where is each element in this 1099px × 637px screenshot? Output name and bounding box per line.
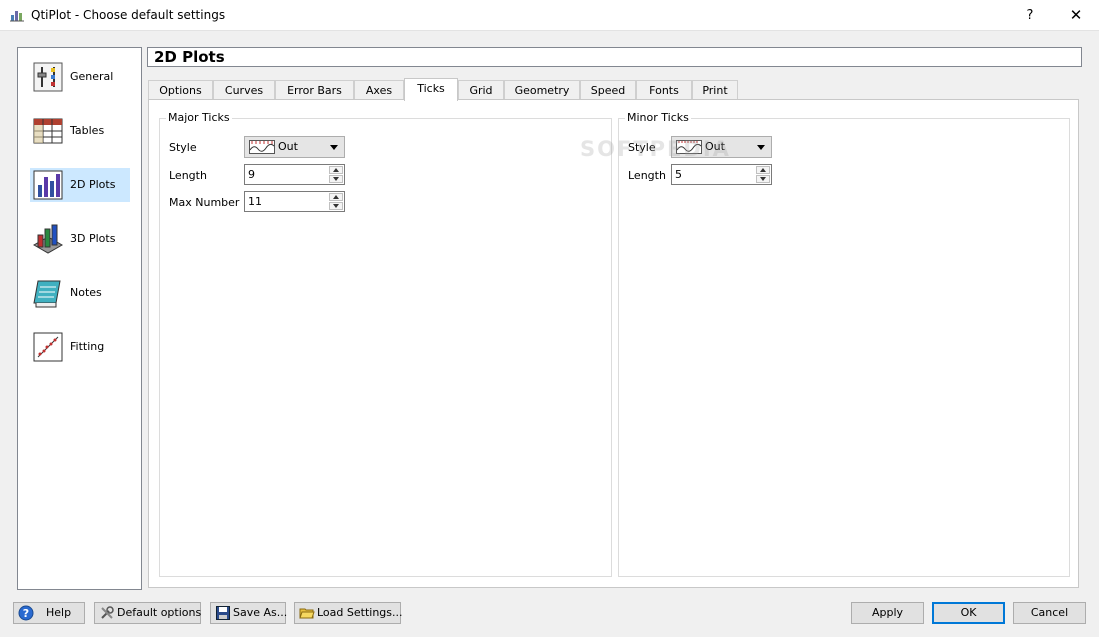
spin-up-button[interactable] — [329, 193, 343, 201]
svg-text:?: ? — [23, 607, 29, 620]
tab-ticks[interactable]: Ticks — [404, 78, 458, 101]
sidebar-item-tables[interactable]: Tables — [30, 114, 130, 148]
sidebar-item-3d-plots[interactable]: 3D Plots — [30, 222, 130, 256]
spin-up-button[interactable] — [329, 166, 343, 174]
chevron-down-icon — [757, 145, 765, 150]
major-max-number-label: Max Number — [169, 196, 240, 209]
arrow-up-icon — [333, 168, 339, 172]
notes-icon — [33, 280, 61, 308]
arrow-down-icon — [333, 177, 339, 181]
arrow-up-icon — [333, 195, 339, 199]
apply-label: Apply — [871, 606, 904, 619]
default-options-button[interactable]: Default options — [94, 602, 201, 624]
help-title-button[interactable]: ? — [1014, 0, 1046, 31]
apply-button[interactable]: Apply — [851, 602, 924, 624]
minor-length-spinbox[interactable]: 5 — [671, 164, 772, 185]
tab-fonts[interactable]: Fonts — [636, 80, 692, 100]
page-title: 2D Plots — [147, 47, 1082, 67]
bar-chart-icon — [33, 170, 63, 200]
settings-category-list: General Tables 2D Plots 3D Plots Notes F… — [17, 47, 142, 590]
open-folder-icon — [299, 608, 315, 619]
arrow-up-icon — [760, 168, 766, 172]
spin-down-button[interactable] — [756, 175, 770, 183]
close-window-button[interactable]: ✕ — [1053, 0, 1099, 31]
major-max-number-value: 11 — [248, 195, 262, 208]
major-length-spinbox[interactable]: 9 — [244, 164, 345, 185]
save-as-button[interactable]: Save As... — [210, 602, 288, 624]
major-max-number-spinbox[interactable]: 11 — [244, 191, 345, 212]
load-settings-button[interactable]: Load Settings... — [294, 602, 403, 624]
major-length-label: Length — [169, 169, 207, 182]
sliders-icon — [33, 62, 63, 92]
save-as-label: Save As... — [233, 606, 288, 619]
major-style-combo[interactable]: Out — [244, 136, 345, 158]
arrow-down-icon — [333, 204, 339, 208]
3d-bar-chart-icon — [32, 224, 64, 254]
minor-length-value: 5 — [675, 168, 682, 181]
default-options-label: Default options — [117, 606, 202, 619]
sidebar-item-notes[interactable]: Notes — [30, 276, 130, 310]
sidebar-item-label: Tables — [70, 124, 105, 137]
help-button-label: Help — [46, 606, 72, 619]
major-style-label: Style — [169, 141, 197, 154]
ticks-tab-content: Major Ticks Style Out Length 9 Max Numbe… — [148, 99, 1079, 588]
major-style-value: Out — [278, 140, 298, 153]
help-icon: ? — [18, 605, 34, 621]
title-bar: QtiPlot - Choose default settings ? ✕ — [0, 0, 1099, 31]
spin-down-button[interactable] — [329, 175, 343, 183]
sidebar-item-general[interactable]: General — [30, 60, 130, 94]
load-settings-label: Load Settings... — [317, 606, 403, 619]
ticks-out-icon — [249, 140, 275, 154]
spin-buttons — [756, 166, 770, 183]
ok-button[interactable]: OK — [932, 602, 1005, 624]
sidebar-item-label: General — [70, 70, 114, 83]
sidebar-item-label: Fitting — [70, 340, 105, 353]
tab-axes[interactable]: Axes — [354, 80, 404, 100]
sidebar-item-label: Notes — [70, 286, 102, 299]
sidebar-item-label: 3D Plots — [70, 232, 116, 245]
cancel-button[interactable]: Cancel — [1013, 602, 1086, 624]
sidebar-item-fitting[interactable]: Fitting — [30, 330, 130, 364]
help-button[interactable]: ? Help — [13, 602, 85, 624]
minor-style-combo[interactable]: Out — [671, 136, 772, 158]
sidebar-item-label: 2D Plots — [70, 178, 116, 191]
tab-speed[interactable]: Speed — [580, 80, 636, 100]
chevron-down-icon — [330, 145, 338, 150]
window-title: QtiPlot - Choose default settings — [31, 8, 226, 22]
tools-icon — [101, 606, 114, 619]
floppy-disk-icon — [216, 606, 230, 620]
major-length-value: 9 — [248, 168, 255, 181]
tab-grid[interactable]: Grid — [458, 80, 504, 100]
ticks-out-icon — [676, 140, 702, 154]
ok-label: OK — [960, 606, 977, 619]
spin-buttons — [329, 166, 343, 183]
spin-buttons — [329, 193, 343, 210]
minor-style-label: Style — [628, 141, 656, 154]
minor-ticks-group-title: Minor Ticks — [625, 111, 691, 124]
cancel-label: Cancel — [1030, 606, 1069, 619]
tab-curves[interactable]: Curves — [213, 80, 275, 100]
fitting-icon — [33, 332, 63, 362]
tab-options[interactable]: Options — [148, 80, 213, 100]
tab-geometry[interactable]: Geometry — [504, 80, 580, 100]
qtiplot-app-icon — [10, 11, 24, 22]
minor-style-value: Out — [705, 140, 725, 153]
minor-ticks-group: Minor Ticks Style Out Length 5 — [618, 111, 1070, 577]
major-ticks-group: Major Ticks Style Out Length 9 Max Numbe… — [159, 111, 612, 577]
table-icon — [33, 118, 63, 144]
tab-error-bars[interactable]: Error Bars — [275, 80, 354, 100]
sidebar-item-2d-plots[interactable]: 2D Plots — [30, 168, 130, 202]
arrow-down-icon — [760, 177, 766, 181]
tab-print[interactable]: Print — [692, 80, 738, 100]
spin-up-button[interactable] — [756, 166, 770, 174]
major-ticks-group-title: Major Ticks — [166, 111, 232, 124]
spin-down-button[interactable] — [329, 202, 343, 210]
minor-length-label: Length — [628, 169, 666, 182]
